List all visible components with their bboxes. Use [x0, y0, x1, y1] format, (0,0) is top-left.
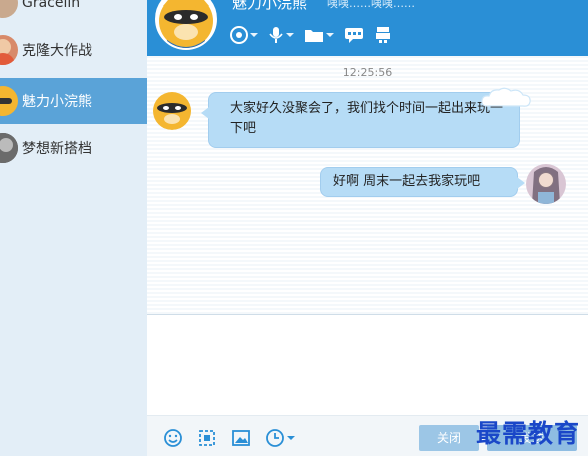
chat-toolbar: [230, 23, 392, 47]
incoming-message-bubble: 大家好久没聚会了，我们找个时间一起出来玩一下吧: [201, 92, 520, 148]
history-button[interactable]: [265, 428, 295, 448]
outgoing-avatar[interactable]: [526, 164, 566, 204]
message-timestamp: 12:25:56: [342, 66, 393, 79]
chat-header: 魅力小浣熊 咦咦……咦咦……: [147, 0, 588, 56]
contact-avatar: [0, 0, 18, 18]
watermark: 最需教育: [475, 419, 580, 448]
screenshot-icon[interactable]: [197, 428, 217, 448]
chat-window: 魅力小浣熊 咦咦……咦咦…… 12:25:56 大家好久没聚会了，我们找个时间一…: [147, 0, 588, 456]
contact-name: 克隆大作战: [22, 43, 92, 59]
camera-icon: [230, 26, 248, 44]
input-tools: [163, 428, 295, 448]
image-icon[interactable]: [231, 428, 251, 448]
contact-avatar: [0, 133, 18, 163]
contact-name: Gracelin: [22, 0, 81, 11]
microphone-icon: [269, 27, 283, 43]
chevron-down-icon: [326, 33, 334, 37]
chat-subtitle: 咦咦……咦咦……: [327, 0, 415, 10]
voice-call-button[interactable]: [268, 26, 294, 44]
contact-avatar: [0, 86, 18, 116]
contact-item-charming-raccoon[interactable]: 魅力小浣熊: [0, 78, 147, 124]
contact-item-gracelin[interactable]: Gracelin: [0, 0, 147, 26]
contact-sidebar: Gracelin 克隆大作战 魅力小浣熊 梦想新搭档: [0, 0, 147, 456]
chevron-down-icon: [286, 33, 294, 37]
chat-contact-avatar[interactable]: [155, 0, 217, 50]
message-input[interactable]: [147, 315, 588, 415]
clock-icon: [266, 429, 284, 447]
contact-item-dream-partner[interactable]: 梦想新搭档: [0, 125, 147, 171]
cloud-decoration-icon: [481, 87, 531, 107]
contact-avatar: [0, 35, 18, 65]
send-file-button[interactable]: [304, 27, 334, 43]
chat-title: 魅力小浣熊: [232, 0, 308, 12]
incoming-avatar[interactable]: [152, 90, 192, 130]
contact-name: 梦想新搭档: [22, 141, 92, 157]
incoming-message-text: 大家好久没聚会了，我们找个时间一起出来玩一下吧: [230, 101, 504, 136]
folder-icon: [305, 30, 323, 42]
remote-assist-button[interactable]: [344, 26, 364, 44]
chat-bubbles-icon: [345, 28, 363, 43]
outgoing-message-bubble: 好啊 周末一起去我家玩吧: [320, 167, 525, 197]
robot-icon: [376, 27, 390, 43]
video-call-button[interactable]: [230, 26, 258, 44]
outgoing-message-text: 好啊 周末一起去我家玩吧: [333, 174, 481, 189]
message-history[interactable]: 12:25:56 大家好久没聚会了，我们找个时间一起出来玩一下吧 好啊 周末一起…: [147, 56, 588, 314]
chevron-down-icon: [287, 436, 295, 440]
contact-name: 魅力小浣熊: [22, 94, 92, 110]
emoji-icon[interactable]: [163, 428, 183, 448]
app-button[interactable]: [374, 26, 392, 44]
chevron-down-icon: [250, 33, 258, 37]
close-button[interactable]: 关闭: [419, 425, 479, 451]
contact-item-clone-battle[interactable]: 克隆大作战: [0, 27, 147, 73]
